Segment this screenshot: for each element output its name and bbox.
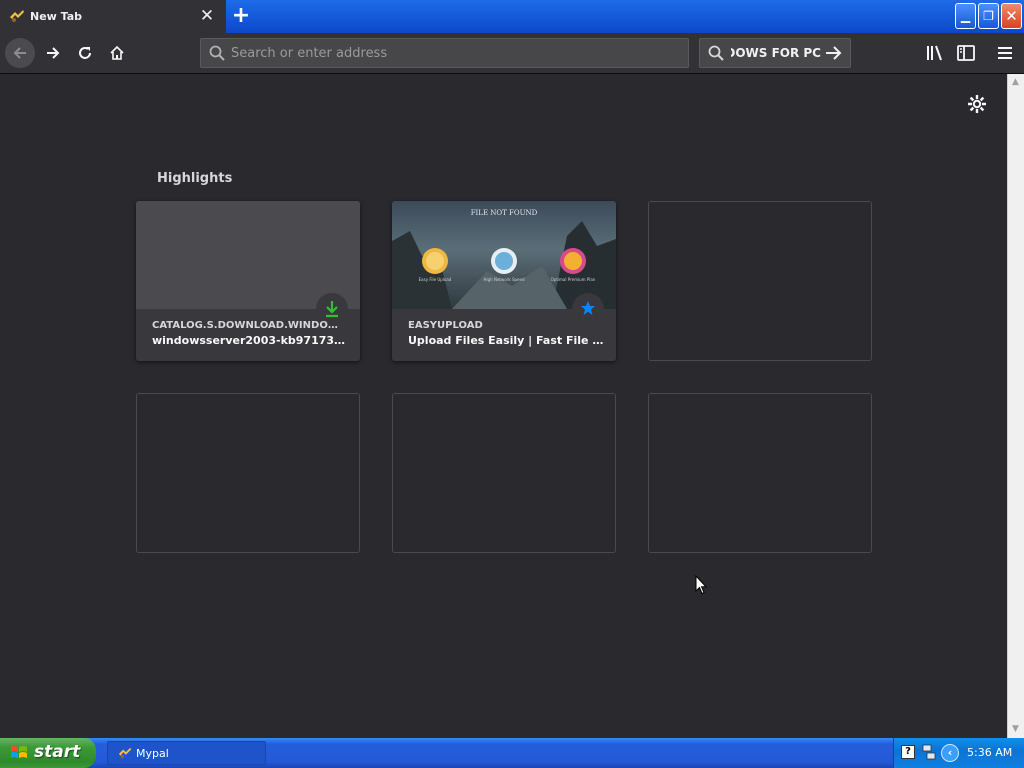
thumbnail-label: Easy File Upload — [418, 277, 452, 282]
new-tab-page: Highlights CATALOG.S.DOWNLOAD.WINDOWSUPD… — [0, 74, 1007, 738]
bookmark-star-icon — [581, 301, 595, 315]
highlight-card[interactable]: FILE NOT FOUND Easy File Upload High Net… — [392, 201, 616, 361]
arrow-left-icon — [13, 47, 26, 59]
navigation-toolbar: WINDOWS FOR PC — [0, 33, 1024, 74]
empty-highlight-slot — [392, 393, 616, 553]
restore-button[interactable]: ❐ — [978, 3, 999, 29]
card-title: Upload Files Easily | Fast File Upload — [408, 334, 604, 347]
library-icon[interactable] — [925, 43, 945, 63]
tab-close-icon[interactable]: ✕ — [199, 6, 215, 26]
scroll-down-arrow-icon[interactable]: ▼ — [1012, 724, 1019, 734]
mypal-app-icon — [118, 747, 132, 759]
search-bar[interactable]: WINDOWS FOR PC — [699, 38, 851, 68]
home-icon — [110, 45, 124, 60]
address-input[interactable] — [231, 44, 671, 62]
address-bar[interactable] — [200, 38, 689, 68]
start-button[interactable]: start — [0, 738, 96, 768]
highlight-card[interactable]: CATALOG.S.DOWNLOAD.WINDOWSUPDATE.COM win… — [136, 201, 360, 361]
arrow-right-icon — [47, 47, 60, 59]
tab-new-tab[interactable]: New Tab ✕ — [0, 0, 226, 33]
tab-strip: New Tab ✕ + ▁ ❐ ✕ — [0, 0, 1024, 33]
sidebar-icon[interactable] — [956, 43, 976, 63]
thumbnail-heading: FILE NOT FOUND — [470, 209, 538, 217]
hamburger-menu-icon[interactable] — [995, 43, 1015, 63]
minimize-button[interactable]: ▁ — [955, 3, 976, 29]
reload-icon — [79, 47, 91, 59]
empty-highlight-slot — [648, 201, 872, 361]
home-button[interactable] — [102, 38, 132, 68]
search-text[interactable]: WINDOWS FOR PC — [731, 46, 821, 60]
empty-highlight-slot — [648, 393, 872, 553]
mouse-cursor-icon — [695, 575, 707, 595]
thumbnail-label: High Network Speed — [483, 277, 525, 282]
card-host: EASYUPLOAD — [408, 320, 483, 331]
empty-highlight-slot — [136, 393, 360, 553]
chevron-left-icon[interactable]: ‹ — [941, 744, 959, 762]
card-host: CATALOG.S.DOWNLOAD.WINDOWSUPDATE.COM — [152, 320, 348, 331]
taskbar-item-label: Mypal — [136, 747, 169, 760]
system-tray: ? ‹ 5:36 AM — [893, 738, 1024, 768]
forward-button[interactable] — [38, 38, 68, 68]
search-go-arrow-icon[interactable] — [824, 43, 842, 63]
search-icon — [708, 45, 724, 61]
scroll-up-arrow-icon[interactable]: ▲ — [1012, 77, 1019, 87]
new-tab-button[interactable]: + — [231, 5, 251, 27]
tab-title: New Tab — [30, 10, 83, 23]
highlights-heading: Highlights — [157, 171, 233, 186]
download-icon — [326, 301, 338, 318]
close-window-button[interactable]: ✕ — [1001, 3, 1022, 29]
windows-taskbar: start Mypal ? ‹ 5:36 AM — [0, 738, 1024, 768]
clock: 5:36 AM — [967, 746, 1013, 759]
help-icon[interactable]: ? — [901, 745, 915, 759]
card-title: windowsserver2003-kb971737-x86 — [152, 334, 348, 347]
back-button[interactable] — [5, 38, 35, 68]
network-icon[interactable] — [922, 744, 936, 762]
taskbar-item-mypal[interactable]: Mypal — [107, 741, 266, 765]
start-label: start — [34, 742, 81, 762]
search-icon — [209, 45, 225, 61]
gear-icon[interactable] — [967, 94, 987, 114]
reload-button[interactable] — [70, 38, 100, 68]
screen: New Tab ✕ + ▁ ❐ ✕ Search or enter addres… — [0, 0, 1024, 768]
thumbnail-label: Optimal Premium Plan — [550, 277, 596, 282]
windows-logo-icon — [11, 746, 27, 758]
vertical-scrollbar[interactable]: ▲ ▼ — [1007, 74, 1024, 738]
mypal-favicon-icon — [10, 10, 24, 22]
